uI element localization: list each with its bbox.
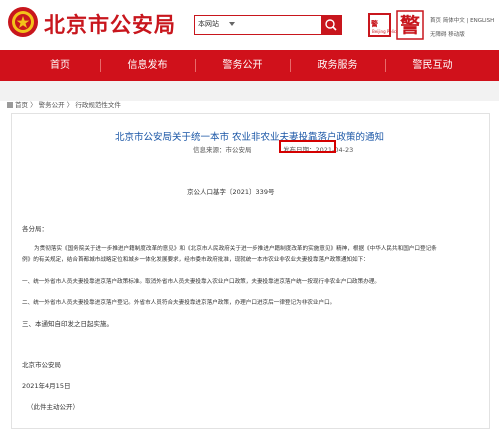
paragraph-1-line-1: 为贯彻落实《国务院关于进一步推进户籍制度改革的意见》和《北京市人民政府关于进一步… [34, 246, 437, 252]
article-panel [11, 113, 490, 429]
search-box[interactable]: 本网站 [194, 15, 342, 35]
breadcrumb-bar [0, 81, 499, 101]
site-title[interactable]: 北京市公安局 [44, 9, 176, 39]
breadcrumb-police-affairs[interactable]: 警务公开 [39, 101, 65, 109]
signature: 北京市公安局 [22, 361, 61, 369]
nav-gov-services[interactable]: 政务服务 [290, 50, 385, 81]
breadcrumb: 首页 〉 警务公开 〉 行政规范性文件 [7, 99, 121, 109]
nav-police-affairs[interactable]: 警务公开 [195, 50, 290, 81]
item-1: 一、统一外省市人员夫妻投靠进京落户政策标准。取消外省市人员夫妻投靠入农业户口政策… [22, 279, 381, 285]
header-links-lang[interactable]: 首页 简体中文 | ENGLISH [430, 16, 494, 24]
paragraph-1-line-2: 例》的有关规定，结合首都城市战略定位和城乡一体化发展要求，经市委市政府批准，现就… [22, 257, 369, 263]
salutation: 各分局： [22, 225, 48, 233]
document-number: 京公人口基字〔2021〕339号 [187, 188, 275, 196]
nav-home[interactable]: 首页 [20, 50, 100, 81]
item-3: 三、本通知自印发之日起实施。 [22, 320, 113, 328]
home-icon [7, 102, 13, 108]
date-highlight-box [279, 140, 336, 153]
chevron-down-icon [229, 22, 235, 26]
main-nav: 首页 信息发布 警务公开 政务服务 警民互动 [0, 50, 499, 81]
sign-date: 2021年4月15日 [22, 382, 71, 390]
search-scope-select[interactable]: 本网站 [198, 19, 219, 29]
breadcrumb-separator: 〉 [66, 101, 74, 109]
nav-interaction[interactable]: 警民互动 [385, 50, 480, 81]
header-links-access[interactable]: 无障碍 移动版 [430, 30, 465, 38]
search-button[interactable] [321, 16, 341, 34]
search-icon [325, 19, 337, 31]
police-emblem-icon [8, 7, 38, 37]
svg-text:警: 警 [400, 13, 420, 37]
breadcrumb-separator: 〉 [30, 101, 37, 109]
breadcrumb-regulatory-docs[interactable]: 行政规范性文件 [75, 101, 121, 109]
police-college-logo[interactable]: 警 Beijing Police [368, 13, 398, 37]
item-2: 二、统一外省市人员夫妻投靠进京落户登记。外省市人员符合夫妻投靠进京落户政策，办理… [22, 300, 336, 306]
disclosure-note: （此件主动公开） [27, 403, 79, 411]
site-header: 北京市公安局 本网站 警 Beijing Police 警 首页 简体中文 | … [0, 0, 499, 50]
breadcrumb-home[interactable]: 首页 [15, 101, 28, 109]
article-source: 信息来源：市公安局 [193, 146, 252, 154]
college-logo-text: 警 [371, 20, 378, 28]
article-title: 北京市公安局关于统一本市 农业非农业夫妻投靠落户政策的通知 [114, 132, 385, 143]
nav-info-release[interactable]: 信息发布 [100, 50, 195, 81]
police-badge-logo-icon[interactable]: 警 [395, 9, 425, 41]
